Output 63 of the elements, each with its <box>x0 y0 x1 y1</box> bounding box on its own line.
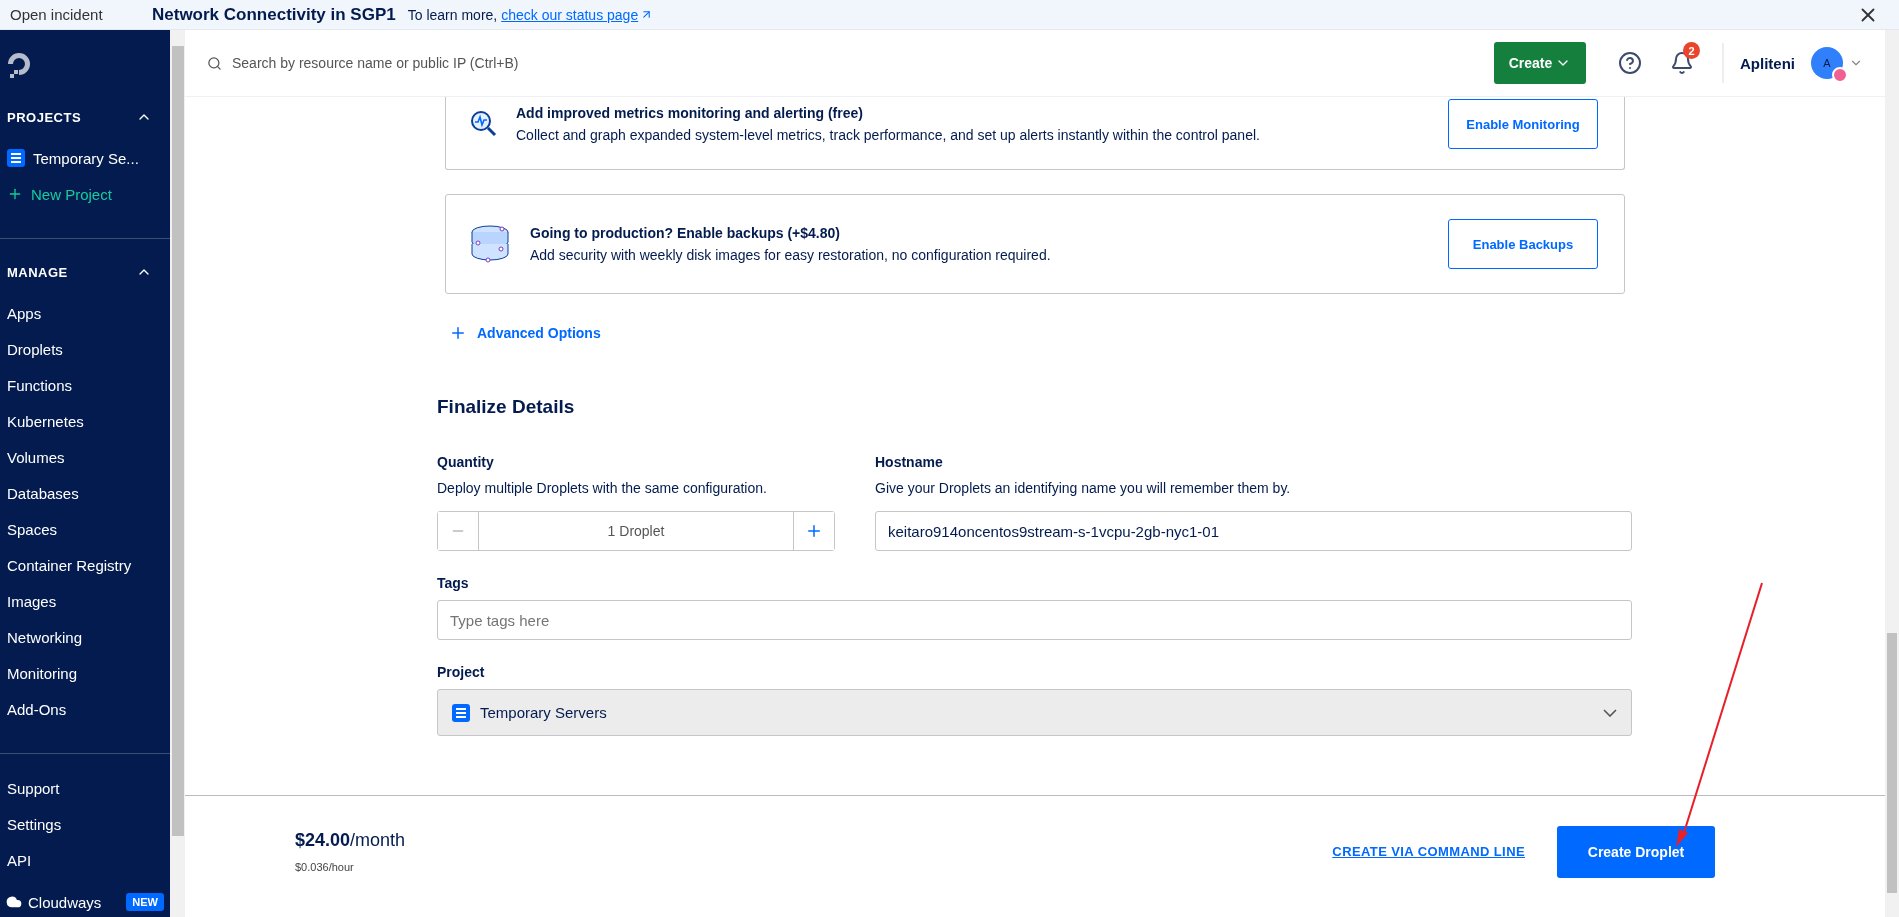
notifications-button[interactable]: 2 <box>1670 42 1700 75</box>
cloud-icon <box>6 894 22 910</box>
incident-text: To learn more, <box>407 6 498 23</box>
new-badge: NEW <box>126 893 164 911</box>
advanced-options-link[interactable]: Advanced Options <box>449 324 1885 342</box>
project-icon <box>452 703 470 722</box>
scrollbar[interactable] <box>1885 30 1899 917</box>
nav-item[interactable]: Support <box>0 770 170 806</box>
section-heading: PROJECTS <box>7 109 82 125</box>
card-title: Add improved metrics monitoring and alerting (free) <box>516 105 864 121</box>
nav-item[interactable]: Spaces <box>0 511 170 547</box>
notification-count: 2 <box>1683 42 1700 59</box>
chevron-down-icon <box>1603 708 1617 717</box>
nav-item[interactable]: Add-Ons <box>0 691 170 727</box>
card-description: Collect and graph expanded system-level metrics, track performance, and set up alerts instantly within the control panel. <box>516 127 1261 143</box>
field-label: Tags <box>437 575 470 591</box>
project-select[interactable]: Temporary Servers <box>437 689 1632 736</box>
field-label: Hostname <box>875 454 944 470</box>
section-title: Finalize Details <box>437 396 576 418</box>
tags-field[interactable]: Type tags here <box>437 600 1632 640</box>
nav-item[interactable]: Monitoring <box>0 655 170 691</box>
scrollbar[interactable] <box>170 30 185 917</box>
nav-item[interactable]: Apps <box>0 295 170 331</box>
command-line-link[interactable]: CREATE VIA COMMAND LINE <box>1332 844 1525 859</box>
card-title: Going to production? Enable backups (+$4.80) <box>530 225 841 241</box>
nav-item[interactable]: Settings <box>0 806 170 842</box>
help-icon[interactable] <box>1618 51 1642 75</box>
plus-icon <box>449 324 467 342</box>
monthly-price: $24.00/month <box>295 830 407 851</box>
hostname-field[interactable]: keitaro914oncentos9stream-s-1vcpu-2gb-nyc1-01 <box>875 511 1632 551</box>
nav-item[interactable]: Databases <box>0 475 170 511</box>
field-label: Project <box>437 664 486 680</box>
field-label: Quantity <box>437 454 495 470</box>
promo-link[interactable]: Cloudways <box>28 893 102 911</box>
enable-button[interactable]: Enable Monitoring <box>1448 99 1598 149</box>
new-project-link[interactable]: New Project <box>0 176 170 212</box>
nav-item[interactable]: Container Registry <box>0 547 170 583</box>
plus-icon <box>7 186 23 202</box>
magnifier-chart-icon <box>468 109 498 139</box>
section-heading: MANAGE <box>7 264 68 280</box>
quantity-stepper[interactable]: 1 Droplet <box>437 511 835 551</box>
nav-item[interactable]: API <box>0 842 170 878</box>
incident-label: Open incident <box>10 6 104 23</box>
user-name[interactable]: Apliteni <box>1740 54 1795 72</box>
project-icon <box>7 149 25 167</box>
hourly-price: $0.036/hour <box>295 861 355 873</box>
nav-item[interactable]: Functions <box>0 367 170 403</box>
nav-item[interactable]: Kubernetes <box>0 403 170 439</box>
status-page-link[interactable]: check our status page <box>501 6 654 23</box>
enable-button[interactable]: Enable Backups <box>1448 219 1598 269</box>
project-item[interactable]: Temporary Se... <box>0 140 170 176</box>
nav-item[interactable]: Images <box>0 583 170 619</box>
nav-item[interactable]: Droplets <box>0 331 170 367</box>
field-description: Deploy multiple Droplets with the same configuration. <box>437 480 768 496</box>
field-description: Give your Droplets an identifying name you will remember them by. <box>875 480 1292 496</box>
create-button[interactable]: Create <box>1494 42 1586 84</box>
incident-title: Network Connectivity in SGP1 <box>152 4 396 25</box>
create-droplet-button[interactable]: Create Droplet <box>1557 825 1715 878</box>
card-description: Add security with weekly disk images for easy restoration, no configuration required. <box>530 247 1052 263</box>
nav-item[interactable]: Networking <box>0 619 170 655</box>
database-stack-icon <box>468 224 512 264</box>
search-icon <box>207 55 222 71</box>
nav-item[interactable]: Volumes <box>0 439 170 475</box>
